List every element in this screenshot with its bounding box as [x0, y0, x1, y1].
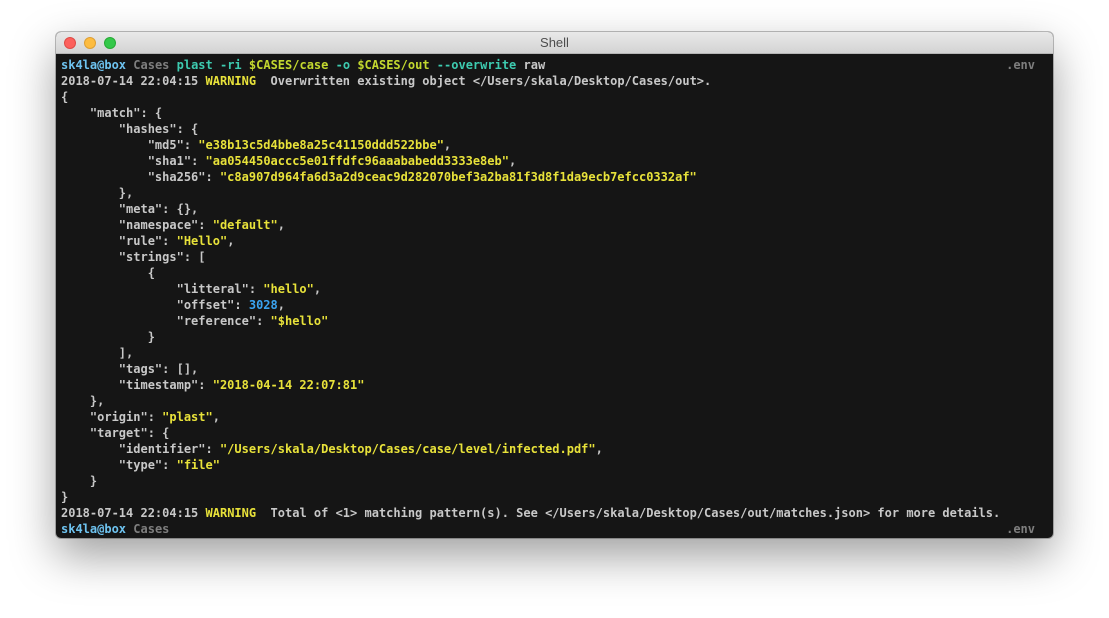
command-flag-output: -o [335, 58, 351, 72]
command-format: raw [523, 58, 546, 72]
prompt-directory: Cases [133, 58, 170, 72]
json-key-strings: "strings" [118, 250, 184, 264]
json-target-line: "target": { [89, 426, 170, 440]
prompt-user: sk4la@box [61, 58, 127, 72]
json-key-namespace: "namespace" [118, 218, 199, 232]
log-timestamp: 2018-07-14 22:04:15 [61, 506, 199, 520]
json-value-offset: 3028 [248, 298, 278, 312]
prompt-directory: Cases [133, 522, 170, 536]
json-meta-line: "meta": {}, [118, 202, 199, 216]
log-line-total: 2018-07-14 22:04:15 WARNING Total of <1>… [61, 505, 1035, 521]
json-match-close: }, [61, 394, 105, 408]
json-strings-item-open: { [61, 266, 155, 280]
prompt-user: sk4la@box [61, 522, 127, 536]
json-key-timestamp: "timestamp" [118, 378, 199, 392]
json-value-type: "file" [176, 458, 220, 472]
json-key-meta: "meta" [118, 202, 163, 216]
json-value-timestamp: "2018-04-14 22:07:81" [212, 378, 365, 392]
json-key-reference: "reference" [176, 314, 257, 328]
json-key-sha256: "sha256" [147, 170, 206, 184]
log-message: Overwritten existing object </Users/skal… [270, 74, 712, 88]
json-timestamp-line: "timestamp": "2018-04-14 22:07:81" [118, 378, 365, 392]
json-key-rule: "rule" [118, 234, 163, 248]
json-value-md5: "e38b13c5d4bbe8a25c41150ddd522bbe" [198, 138, 444, 152]
json-key-litteral: "litteral" [176, 282, 249, 296]
json-type-line: "type": "file" [118, 458, 220, 472]
json-offset-line: "offset": 3028, [176, 298, 285, 312]
terminal-output[interactable]: sk4la@box Cases plast -ri $CASES/case -o… [61, 57, 1035, 537]
prompt-env-indicator: .env [1006, 58, 1035, 72]
log-level-warning: WARNING [205, 506, 257, 520]
json-value-origin: "plast" [162, 410, 213, 424]
json-litteral-line: "litteral": "hello", [176, 282, 322, 296]
log-message: Total of <1> matching pattern(s). See </… [270, 506, 1001, 520]
log-line-overwritten: 2018-07-14 22:04:15 WARNING Overwritten … [61, 73, 1035, 89]
json-key-tags: "tags" [118, 362, 163, 376]
json-value-identifier: "/Users/skala/Desktop/Cases/case/level/i… [219, 442, 596, 456]
prompt-line[interactable]: sk4la@box Cases .env [61, 521, 1035, 537]
json-value-reference: "$hello" [270, 314, 329, 328]
command-program: plast [176, 58, 213, 72]
json-strings-close: ], [61, 346, 134, 360]
json-md5-line: "md5": "e38b13c5d4bbe8a25c41150ddd522bbe… [147, 138, 452, 152]
json-key-identifier: "identifier" [118, 442, 206, 456]
json-key-hashes: "hashes" [118, 122, 177, 136]
log-level-warning: WARNING [205, 74, 257, 88]
json-strings-line: "strings": [ [118, 250, 206, 264]
json-hashes-line: "hashes": { [118, 122, 199, 136]
json-identifier-line: "identifier": "/Users/skala/Desktop/Case… [118, 442, 603, 456]
json-value-sha1: "aa054450accc5e01ffdfc96aaababedd3333e8e… [205, 154, 509, 168]
prompt-env-indicator: .env [1006, 522, 1035, 536]
terminal-window: Shell sk4la@box Cases plast -ri $CASES/c… [56, 32, 1053, 538]
json-key-md5: "md5" [147, 138, 184, 152]
json-rule-line: "rule": "Hello", [118, 234, 235, 248]
json-value-sha256: "c8a907d964fa6d3a2d9ceac9d282070bef3a2ba… [219, 170, 697, 184]
command-flag-input: -ri [219, 58, 242, 72]
title-bar: Shell [56, 32, 1053, 54]
json-key-origin: "origin" [89, 410, 148, 424]
json-key-target: "target" [89, 426, 148, 440]
command-line: sk4la@box Cases plast -ri $CASES/case -o… [61, 57, 1035, 73]
json-key-type: "type" [118, 458, 163, 472]
json-value-rule: "Hello" [176, 234, 228, 248]
json-sha1-line: "sha1": "aa054450accc5e01ffdfc96aaababed… [147, 154, 517, 168]
json-key-match: "match" [89, 106, 141, 120]
json-key-offset: "offset" [176, 298, 235, 312]
log-timestamp: 2018-07-14 22:04:15 [61, 74, 199, 88]
json-origin-line: "origin": "plast", [89, 410, 220, 424]
json-reference-line: "reference": "$hello" [176, 314, 329, 328]
json-target-close: } [61, 474, 98, 488]
command-input-path: $CASES/case [248, 58, 329, 72]
command-flag-overwrite: --overwrite [436, 58, 517, 72]
json-namespace-line: "namespace": "default", [118, 218, 285, 232]
command-output-path: $CASES/out [357, 58, 430, 72]
json-sha256-line: "sha256": "c8a907d964fa6d3a2d9ceac9d2820… [147, 170, 697, 184]
window-title: Shell [540, 35, 569, 50]
json-key-sha1: "sha1" [147, 154, 192, 168]
json-strings-item-close: } [61, 330, 155, 344]
json-tags-line: "tags": [], [118, 362, 199, 376]
json-value-namespace: "default" [212, 218, 278, 232]
json-close-brace: } [61, 490, 69, 504]
json-open-brace: { [61, 90, 69, 104]
json-match-line: "match": { [89, 106, 163, 120]
json-value-litteral: "hello" [263, 282, 314, 296]
json-hashes-close: }, [61, 186, 134, 200]
